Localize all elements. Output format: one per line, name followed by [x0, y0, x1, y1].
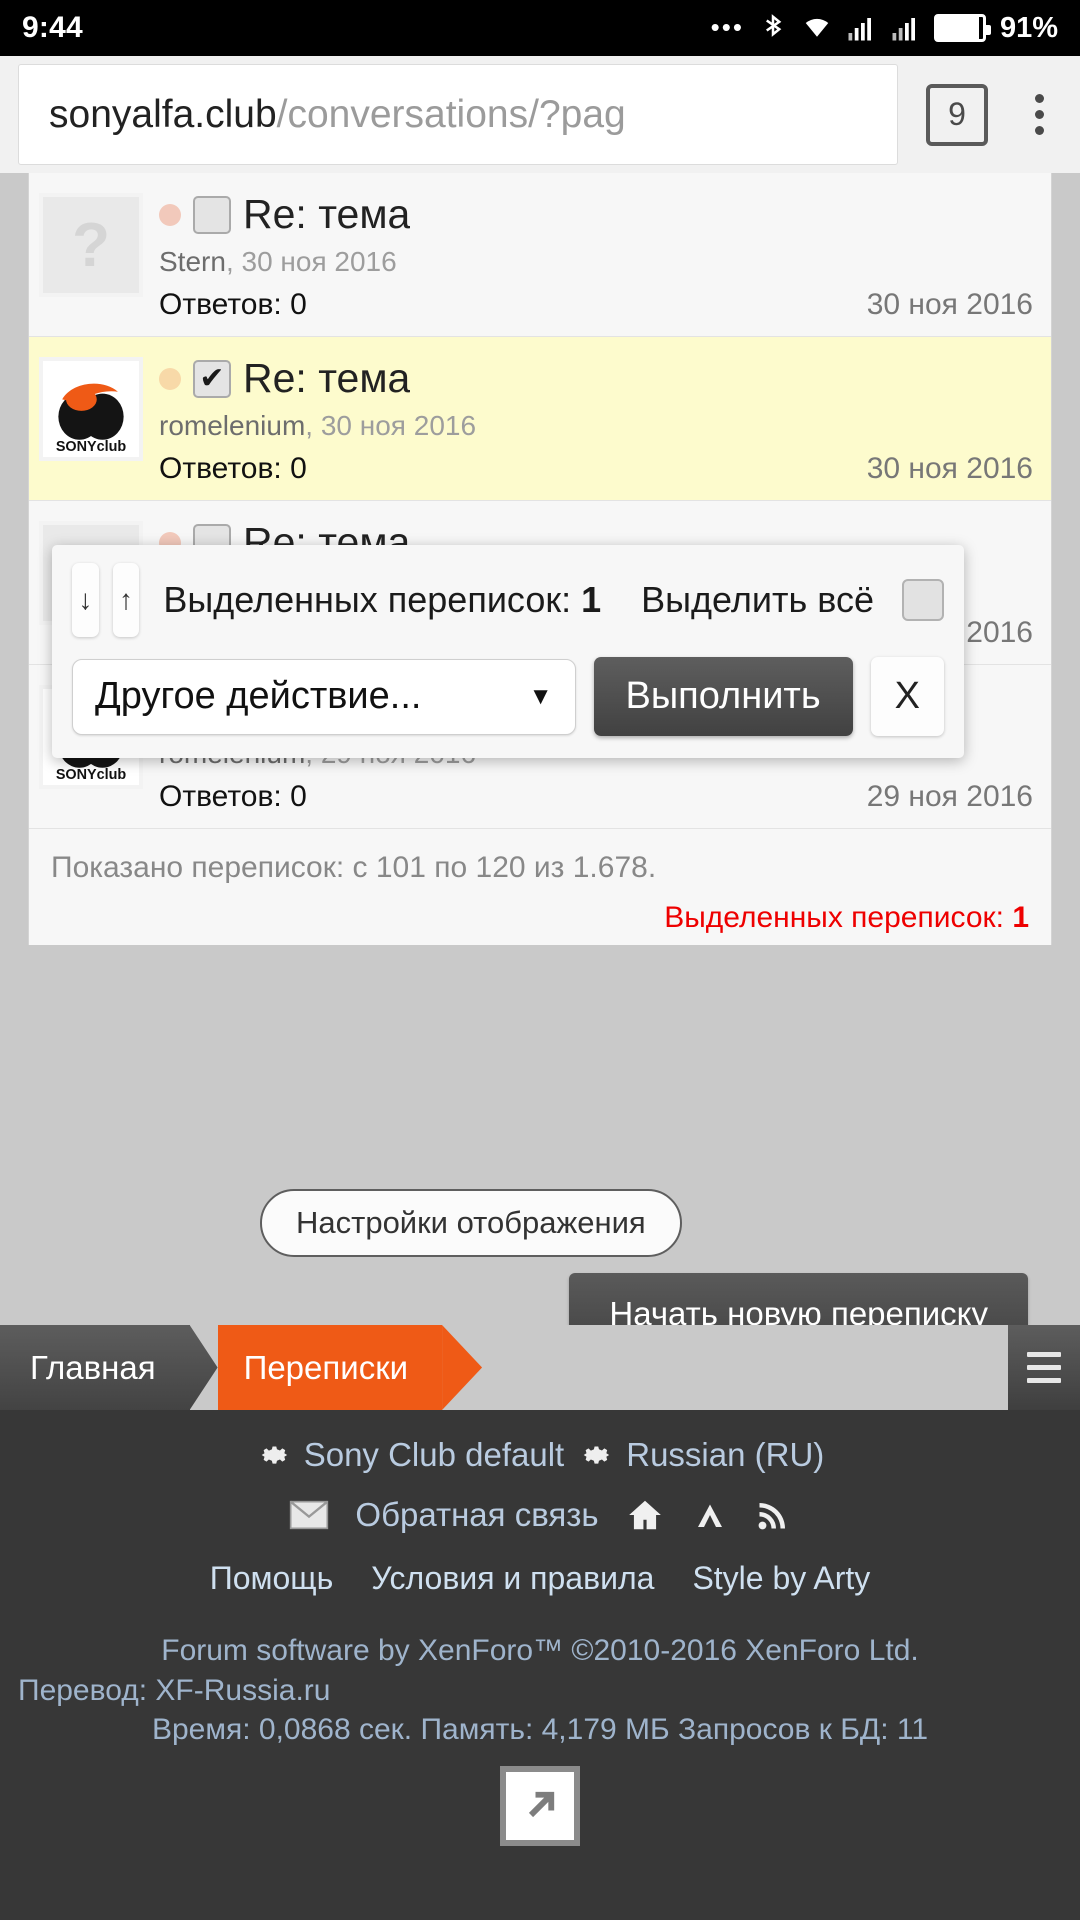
- table-row[interactable]: ? ✔ Re: тема Stern, 30 ноя 2016 Ответов:…: [29, 173, 1051, 337]
- unread-dot: [159, 367, 181, 390]
- select-all-label: Выделить всё: [641, 579, 874, 620]
- conversation-start-date: 30 ноя 2016: [320, 410, 477, 441]
- conversation-footer: Ответов: 0 30 ноя 2016: [159, 288, 1051, 322]
- signal-icon: [848, 18, 871, 41]
- list-footer: Показано переписок: с 101 по 120 из 1.67…: [29, 829, 1051, 945]
- conversation-last-date: 29 ноя 2016: [866, 780, 1033, 813]
- gear-icon: [583, 1446, 610, 1464]
- footer-link-terms[interactable]: Условия и правила: [371, 1560, 654, 1597]
- conversation-footer: Ответов: 0 29 ноя 2016: [159, 780, 1051, 814]
- home-icon[interactable]: [625, 1496, 665, 1534]
- browser-toolbar: sonyalfa.club/conversations/?pag 9: [0, 56, 1080, 173]
- close-button[interactable]: X: [870, 657, 944, 736]
- replies-count: Ответов: 0: [159, 288, 307, 321]
- footer-legal: Forum software by XenForo™ ©2010-2016 Xe…: [0, 1631, 1080, 1750]
- svg-text:SONYclub: SONYclub: [56, 767, 127, 783]
- conversation-title[interactable]: Re: тема: [243, 191, 410, 238]
- unread-dot: [159, 203, 181, 226]
- conversation-body: ✔ Re: тема romelenium, 30 ноя 2016 Ответ…: [159, 351, 1051, 486]
- breadcrumb-home[interactable]: Главная: [0, 1325, 190, 1410]
- external-link-icon[interactable]: [500, 1765, 580, 1846]
- conversation-last-date: 30 ноя 2016: [866, 288, 1033, 321]
- breadcrumb-current[interactable]: Переписки: [217, 1325, 443, 1410]
- status-bar: 9:44 ••• 91%: [0, 0, 1080, 56]
- question-mark-avatar: ?: [39, 193, 143, 297]
- mail-icon: [290, 1500, 329, 1530]
- conversation-title-row: ✔ Re: тема: [159, 355, 1051, 402]
- overlay-selected-count: Выделенных переписок: 1: [163, 579, 602, 620]
- footer-language-link[interactable]: Russian (RU): [626, 1436, 824, 1474]
- arrow-up-icon[interactable]: ↑: [112, 563, 140, 637]
- hamburger-menu-icon[interactable]: [1008, 1325, 1080, 1410]
- footer-copyright: Forum software by XenForo™ ©2010-2016 Xe…: [161, 1634, 919, 1667]
- site-footer: Sony Club default Russian (RU) Обратная …: [0, 1410, 1080, 1920]
- sony-club-logo-avatar: SONYclub: [39, 357, 143, 461]
- bulk-action-select-value: Другое действие...: [95, 675, 422, 717]
- conversation-title-row: ✔ Re: тема: [159, 191, 1051, 238]
- footer-style-language-row: Sony Club default Russian (RU): [0, 1436, 1080, 1474]
- breadcrumb: Главная Переписки: [0, 1325, 1080, 1410]
- footer-stats: Время: 0,0868 сек. Память: 4,179 МБ Запр…: [151, 1713, 929, 1747]
- conversation-author-date: romelenium, 30 ноя 2016: [159, 410, 477, 441]
- bulk-action-overlay: ↓ ↑ Выделенных переписок: 1 Выделить всё…: [52, 545, 964, 758]
- select-all-checkbox[interactable]: [901, 579, 944, 621]
- footer-contact-link[interactable]: Обратная связь: [355, 1496, 598, 1534]
- arrow-down-icon[interactable]: ↓: [72, 563, 99, 637]
- conversation-body: ✔ Re: тема Stern, 30 ноя 2016 Ответов: 0…: [159, 187, 1051, 322]
- kebab-menu-icon[interactable]: [1016, 94, 1062, 135]
- footer-link-style[interactable]: Style by Arty: [692, 1560, 870, 1597]
- bluetooth-icon: [765, 14, 782, 37]
- battery-icon: [933, 14, 991, 42]
- new-conversation-button[interactable]: Начать новую переписку: [569, 1273, 1028, 1325]
- bulk-action-bottom-row: Другое действие... ▼ Выполнить X: [72, 657, 944, 736]
- chevron-down-icon: ▼: [528, 682, 553, 710]
- display-settings-button[interactable]: Настройки отображения: [260, 1189, 682, 1257]
- more-dots-icon: •••: [710, 12, 744, 43]
- page-content-column: ? ✔ Re: тема Stern, 30 ноя 2016 Ответов:…: [28, 173, 1052, 1325]
- conversation-last-date: 30 ноя 2016: [866, 452, 1033, 485]
- url-host: sonyalfa.club: [49, 92, 277, 136]
- selected-count-text: Выделенных переписок: 1: [664, 901, 1029, 934]
- address-bar[interactable]: sonyalfa.club/conversations/?pag: [18, 64, 898, 165]
- footer-link-help[interactable]: Помощь: [210, 1560, 334, 1597]
- replies-count: Ответов: 0: [159, 452, 307, 485]
- bulk-action-select[interactable]: Другое действие... ▼: [72, 658, 576, 735]
- chevron-up-icon[interactable]: [691, 1497, 729, 1533]
- footer-translation[interactable]: Перевод: XF-Russia.ru: [10, 1671, 1070, 1711]
- execute-button[interactable]: Выполнить: [593, 657, 853, 736]
- tab-counter-button[interactable]: 9: [926, 83, 988, 146]
- footer-contact-row: Обратная связь: [0, 1496, 1080, 1534]
- conversation-title[interactable]: Re: тема: [243, 355, 410, 402]
- status-bar-icons: ••• 91%: [711, 12, 1058, 45]
- svg-text:SONYclub: SONYclub: [56, 439, 127, 455]
- conversation-author[interactable]: Stern: [159, 246, 226, 277]
- signal-icon: [892, 18, 915, 41]
- row-checkbox[interactable]: ✔: [193, 195, 231, 234]
- footer-style-link[interactable]: Sony Club default: [304, 1436, 565, 1474]
- page-body: ? ✔ Re: тема Stern, 30 ноя 2016 Ответов:…: [0, 173, 1080, 1325]
- footer-links-row: Помощь Условия и правила Style by Arty: [0, 1560, 1080, 1597]
- row-checkbox[interactable]: ✔: [193, 359, 231, 398]
- conversation-start-date: 30 ноя 2016: [241, 246, 397, 277]
- url-path: /conversations/?pag: [276, 92, 626, 136]
- gear-icon: [261, 1446, 287, 1464]
- rss-icon[interactable]: [755, 1497, 791, 1533]
- conversation-author-date: Stern, 30 ноя 2016: [159, 246, 397, 277]
- conversation-footer: Ответов: 0 30 ноя 2016: [159, 452, 1051, 486]
- shown-range-text: Показано переписок: с 101 по 120 из 1.67…: [51, 851, 657, 884]
- battery-percent: 91%: [999, 11, 1058, 44]
- bulk-action-top-row: ↓ ↑ Выделенных переписок: 1 Выделить всё: [72, 563, 944, 637]
- status-bar-clock: 9:44: [22, 11, 83, 44]
- conversation-author[interactable]: romelenium: [159, 410, 305, 441]
- wifi-icon: [805, 18, 829, 37]
- replies-count: Ответов: 0: [159, 780, 307, 813]
- table-row[interactable]: SONYclub ✔ Re: тема romelenium, 30 ноя 2…: [29, 337, 1051, 501]
